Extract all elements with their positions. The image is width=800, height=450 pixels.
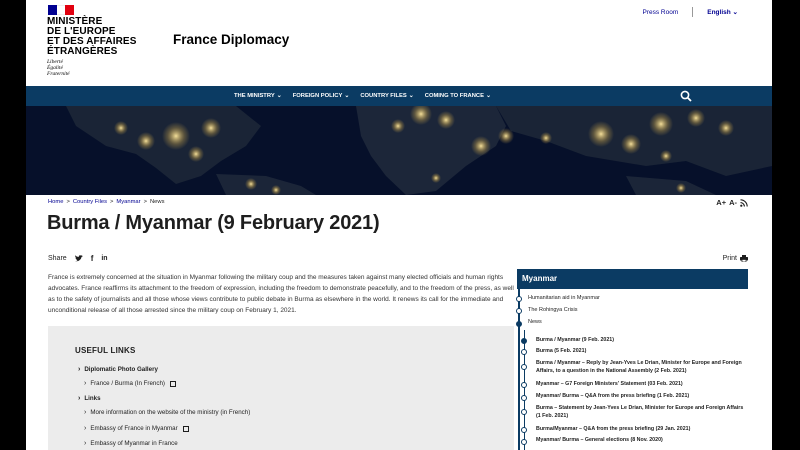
chevron-right-icon: ›	[84, 409, 87, 416]
link-label: Embassy of France in Myanmar	[90, 425, 178, 432]
news-dot	[521, 382, 527, 388]
main-nav: THE MINISTRY ⌄ FOREIGN POLICY ⌄ COUNTRY FI…	[26, 86, 772, 106]
link-group-label: Links	[84, 395, 101, 402]
link-label: Embassy of Myanmar in France	[90, 440, 178, 447]
chevron-down-icon: ⌄	[485, 93, 491, 99]
chevron-right-icon: ›	[78, 395, 81, 402]
useful-links-heading: USEFUL LINKS	[75, 346, 136, 355]
news-dot	[521, 409, 527, 415]
search-icon[interactable]	[680, 90, 692, 102]
external-link-icon	[169, 380, 176, 387]
page-title: Burma / Myanmar (9 February 2021)	[47, 212, 380, 234]
external-link-icon	[182, 425, 189, 432]
sidebar-item-rohingya-crisis[interactable]: The Rohingya Crisis	[528, 306, 743, 315]
nav-item-country-files[interactable]: COUNTRY FILES ⌄	[360, 92, 414, 100]
motto-line: Fraternité	[47, 71, 70, 77]
font-decrease-button[interactable]: A-	[729, 198, 737, 207]
useful-link[interactable]: › Embassy of Myanmar in France	[84, 440, 178, 447]
news-item[interactable]: Myanmar/ Burma – General elections (8 No…	[536, 436, 746, 444]
breadcrumb-separator: >	[143, 199, 147, 205]
news-dot	[521, 349, 527, 355]
share-label: Share	[48, 255, 67, 262]
news-item[interactable]: Burma – Statement by Jean-Yves Le Drian,…	[536, 404, 746, 421]
news-item[interactable]: Burma / Myanmar (9 Feb. 2021)	[536, 336, 746, 344]
twitter-icon[interactable]	[74, 255, 83, 262]
timeline-dot	[516, 308, 522, 314]
site-header: MINISTÈRE DE L'EUROPE ET DES AFFAIRES ÉT…	[26, 0, 772, 86]
news-dot	[521, 439, 527, 445]
useful-link[interactable]: › Embassy of France in Myanmar	[84, 425, 189, 432]
printer-icon	[740, 255, 748, 262]
ministry-name[interactable]: MINISTÈRE DE L'EUROPE ET DES AFFAIRES ÉT…	[47, 17, 136, 57]
news-dot	[521, 427, 527, 433]
chevron-right-icon: ›	[84, 425, 87, 432]
nav-label: COMING TO FRANCE	[424, 92, 484, 99]
top-links: Press Room English ⌄	[642, 7, 738, 17]
breadcrumb-myanmar[interactable]: Myanmar	[116, 199, 140, 205]
breadcrumb-separator: >	[66, 199, 70, 205]
ministry-line: ÉTRANGÈRES	[47, 46, 118, 57]
news-item[interactable]: Burma / Myanmar – Reply by Jean-Yves Le …	[536, 359, 746, 376]
page: MINISTÈRE DE L'EUROPE ET DES AFFAIRES ÉT…	[26, 0, 772, 450]
sidebar-item-news[interactable]: News	[528, 318, 743, 327]
chevron-right-icon: ›	[78, 366, 81, 373]
chevron-down-icon: ⌄	[276, 93, 282, 99]
chevron-down-icon: ⌄	[732, 9, 738, 16]
share-bar: Share f in	[48, 254, 108, 263]
useful-links-box: USEFUL LINKS › Diplomatic Photo Gallery ›…	[48, 326, 514, 450]
news-dot	[521, 395, 527, 401]
link-label: France / Burma (In French)	[90, 380, 165, 387]
breadcrumb: Home > Country Files > Myanmar > News	[48, 199, 164, 205]
chevron-right-icon: ›	[84, 380, 87, 387]
news-item[interactable]: Myanmar/ Burma – Q&A from the press brie…	[536, 392, 746, 400]
font-increase-button[interactable]: A+	[716, 198, 726, 207]
republic-motto: Liberté Égalité Fraternité	[47, 59, 70, 77]
nav-item-foreign-policy[interactable]: FOREIGN POLICY ⌄	[292, 92, 350, 100]
marianne-logo[interactable]	[48, 5, 75, 15]
breadcrumb-current: News	[149, 199, 165, 205]
useful-link-group[interactable]: › Links	[78, 395, 101, 402]
nav-label: COUNTRY FILES	[360, 92, 407, 99]
timeline-dot	[516, 296, 522, 302]
useful-link[interactable]: › France / Burma (In French)	[84, 380, 176, 387]
breadcrumb-separator: >	[110, 199, 114, 205]
useful-link[interactable]: › More information on the website of the …	[84, 409, 250, 416]
divider	[692, 7, 694, 17]
article-lead: France is extremely concerned at the sit…	[48, 274, 514, 314]
nav-item-the-ministry[interactable]: THE MINISTRY ⌄	[234, 92, 282, 100]
nav-label: THE MINISTRY	[234, 92, 275, 99]
link-group-label: Diplomatic Photo Gallery	[84, 366, 158, 373]
breadcrumb-country-files[interactable]: Country Files	[73, 199, 107, 205]
rss-icon[interactable]	[740, 198, 748, 207]
language-selector[interactable]: English ⌄	[707, 8, 738, 16]
page-tools: A+ A-	[716, 198, 748, 207]
news-dot	[521, 364, 527, 370]
timeline-dot-active	[516, 321, 522, 327]
breadcrumb-home[interactable]: Home	[48, 199, 63, 205]
news-dot-active	[521, 338, 527, 344]
press-room-link[interactable]: Press Room	[642, 9, 678, 16]
facebook-icon[interactable]: f	[91, 254, 94, 263]
site-title[interactable]: France Diplomacy	[173, 32, 289, 47]
nav-label: FOREIGN POLICY	[292, 92, 343, 99]
link-label: More information on the website of the m…	[90, 409, 251, 416]
chevron-down-icon: ⌄	[344, 93, 350, 99]
chevron-down-icon: ⌄	[408, 93, 414, 99]
news-item[interactable]: Burma/Myanmar – Q&A from the press brief…	[536, 425, 746, 433]
news-item[interactable]: Myanmar – G7 Foreign Ministers' Statemen…	[536, 380, 746, 388]
earth-at-night-banner	[26, 106, 772, 195]
language-label: English	[707, 9, 731, 16]
sidebar-item-humanitarian-aid[interactable]: Humanitarian aid in Myanmar	[528, 294, 743, 303]
linkedin-icon[interactable]: in	[101, 255, 107, 262]
sidebar-heading[interactable]: Myanmar	[517, 269, 748, 289]
chevron-right-icon: ›	[84, 440, 87, 447]
print-label: Print	[722, 255, 737, 262]
useful-link-group[interactable]: › Diplomatic Photo Gallery	[78, 366, 158, 373]
print-button[interactable]: Print	[723, 255, 748, 262]
nav-item-coming-to-france[interactable]: COMING TO FRANCE ⌄	[424, 92, 491, 100]
news-item[interactable]: Burma (5 Feb. 2021)	[536, 347, 746, 355]
